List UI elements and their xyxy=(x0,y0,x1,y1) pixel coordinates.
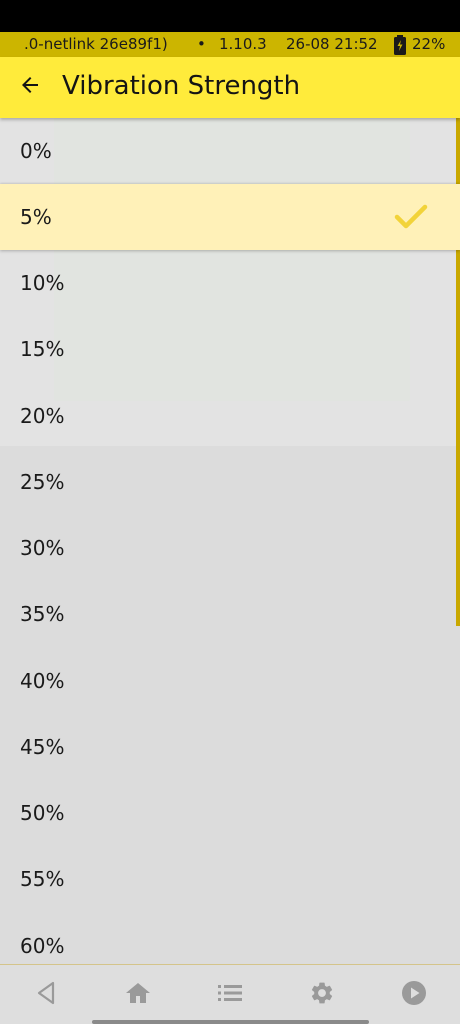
option-label: 60% xyxy=(20,934,65,958)
option-label: 35% xyxy=(20,602,65,626)
list-item-selected[interactable]: 5% xyxy=(0,184,460,250)
list-item[interactable]: 10% xyxy=(0,250,460,316)
options-list[interactable]: 0% 5% 10% 15% 20% 25% 30% 35% 40% 45% 50… xyxy=(0,118,460,964)
back-button[interactable] xyxy=(8,65,52,109)
home-icon xyxy=(125,981,151,1009)
datetime: 26-08 21:52 xyxy=(286,35,378,53)
option-label: 20% xyxy=(20,404,65,428)
nav-back-button[interactable] xyxy=(28,977,64,1013)
checkmark-icon xyxy=(394,204,428,230)
option-label: 50% xyxy=(20,801,65,825)
option-label: 25% xyxy=(20,470,65,494)
list-item[interactable]: 40% xyxy=(0,648,460,714)
build-info: .0-netlink 26e89f1) xyxy=(24,35,168,53)
battery-percent: 22% xyxy=(412,35,446,53)
nav-play-button[interactable] xyxy=(396,977,432,1013)
list-item[interactable]: 0% xyxy=(0,118,460,184)
list-icon xyxy=(217,983,243,1007)
option-label: 45% xyxy=(20,735,65,759)
list-item[interactable]: 60% xyxy=(0,913,460,964)
list-item[interactable]: 30% xyxy=(0,515,460,581)
nav-home-button[interactable] xyxy=(120,977,156,1013)
gear-icon xyxy=(309,980,335,1010)
arrow-left-icon xyxy=(18,73,42,101)
home-indicator[interactable] xyxy=(92,1020,369,1024)
list-item[interactable]: 55% xyxy=(0,846,460,912)
option-label: 10% xyxy=(20,271,65,295)
app-version: 1.10.3 xyxy=(219,35,267,53)
nav-settings-button[interactable] xyxy=(304,977,340,1013)
list-item[interactable]: 25% xyxy=(0,449,460,515)
list-item[interactable]: 20% xyxy=(0,383,460,449)
list-item[interactable]: 15% xyxy=(0,316,460,382)
battery-charging-icon xyxy=(393,35,407,59)
status-bar: .0-netlink 26e89f1) • 1.10.3 26-08 21:52… xyxy=(0,32,460,57)
list-item[interactable]: 50% xyxy=(0,780,460,846)
option-label: 30% xyxy=(20,536,65,560)
bottom-nav-bar xyxy=(0,964,460,1024)
option-label: 15% xyxy=(20,337,65,361)
back-triangle-icon xyxy=(34,980,58,1010)
option-label: 55% xyxy=(20,867,65,891)
separator-dot: • xyxy=(197,35,206,53)
nav-list-button[interactable] xyxy=(212,977,248,1013)
top-black-strip xyxy=(0,0,460,32)
page-title: Vibration Strength xyxy=(62,71,301,101)
option-label: 5% xyxy=(20,205,52,229)
list-item[interactable]: 35% xyxy=(0,581,460,647)
option-label: 40% xyxy=(20,669,65,693)
play-circle-icon xyxy=(401,980,427,1010)
option-label: 0% xyxy=(20,139,52,163)
app-bar: Vibration Strength xyxy=(0,57,460,118)
list-item[interactable]: 45% xyxy=(0,714,460,780)
